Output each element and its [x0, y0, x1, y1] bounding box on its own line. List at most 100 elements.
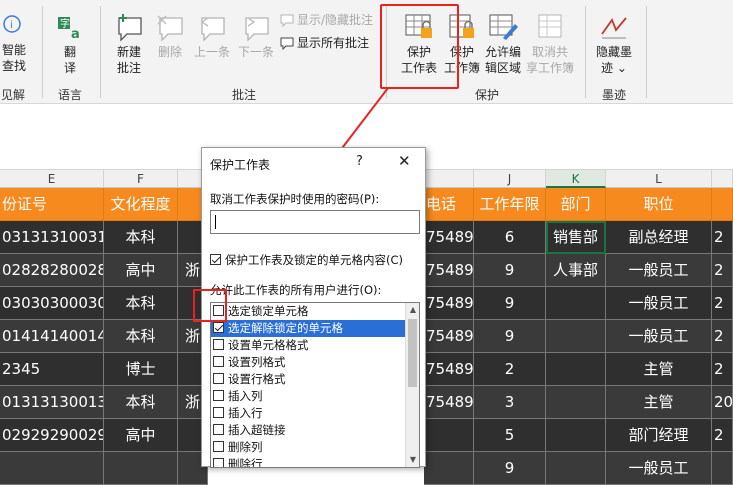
table-cell-f[interactable]: 高中: [104, 254, 178, 287]
table-cell-e[interactable]: 01414140014: [0, 320, 104, 353]
show-hide-comment-button[interactable]: 显示/隐藏批注: [280, 11, 373, 29]
table-cell-m[interactable]: 2: [712, 254, 733, 287]
checkbox-unchecked[interactable]: [213, 441, 224, 452]
new-comment-button[interactable]: 新建 批注: [110, 12, 148, 76]
table-cell-m[interactable]: 20: [712, 386, 733, 419]
header-cell-education[interactable]: 文化程度: [104, 188, 178, 221]
list-scrollbar[interactable]: ▲ ▼: [405, 303, 419, 467]
table-cell-m[interactable]: 2: [712, 320, 733, 353]
unshare-workbook-button[interactable]: 取消共 享工作簿: [524, 12, 576, 76]
table-cell-f[interactable]: 本科: [104, 221, 178, 254]
smart-lookup-button[interactable]: i 智能 查找: [0, 14, 28, 74]
permissions-list[interactable]: 选定锁定单元格 选定解除锁定的单元格 设置单元格格式 设置列格式 设置行格式 插入列 插入行…: [210, 302, 420, 468]
help-icon[interactable]: ?: [356, 154, 363, 169]
table-cell-f[interactable]: 本科: [104, 386, 178, 419]
permission-option[interactable]: 删除列: [211, 439, 419, 456]
table-cell-k[interactable]: 人事部: [546, 254, 606, 287]
checkbox-unchecked[interactable]: [213, 356, 224, 367]
table-cell-f[interactable]: 博士: [104, 353, 178, 386]
password-input[interactable]: [210, 210, 420, 234]
table-cell-f[interactable]: 本科: [104, 320, 178, 353]
checkbox-unchecked[interactable]: [213, 390, 224, 401]
table-cell-j[interactable]: 6: [474, 221, 546, 254]
table-cell-phone[interactable]: [424, 419, 474, 452]
header-cell-id[interactable]: 份证号: [0, 188, 104, 221]
table-cell-e[interactable]: 2345: [0, 353, 104, 386]
table-cell-m[interactable]: 2: [712, 353, 733, 386]
table-cell-j[interactable]: 9: [474, 452, 546, 485]
table-cell-k[interactable]: 销售部: [546, 221, 606, 254]
previous-comment-button[interactable]: 上一条: [192, 12, 232, 60]
table-cell-phone[interactable]: 75489: [424, 287, 474, 320]
table-cell-m[interactable]: [712, 452, 733, 485]
table-cell-phone[interactable]: [424, 452, 474, 485]
table-cell-l[interactable]: 副总经理: [606, 221, 712, 254]
table-cell-phone[interactable]: 75489: [424, 254, 474, 287]
column-header-m[interactable]: [712, 170, 733, 188]
table-cell-j[interactable]: 5: [474, 419, 546, 452]
table-cell-j[interactable]: 9: [474, 320, 546, 353]
table-cell-l[interactable]: 一般员工: [606, 254, 712, 287]
permission-option[interactable]: 插入超链接: [211, 422, 419, 439]
checkbox-unchecked[interactable]: [213, 373, 224, 384]
show-all-comments-button[interactable]: 显示所有批注: [280, 34, 369, 52]
table-cell-e[interactable]: 02929290029: [0, 419, 104, 452]
close-icon[interactable]: ✕: [398, 152, 411, 170]
scroll-up-icon[interactable]: ▲: [406, 303, 419, 317]
checkbox-unchecked[interactable]: [213, 339, 224, 350]
table-cell-k[interactable]: [546, 419, 606, 452]
table-cell-f[interactable]: [104, 452, 178, 485]
table-cell-m[interactable]: 2: [712, 287, 733, 320]
table-cell-e[interactable]: 01313130013: [0, 386, 104, 419]
table-cell-phone[interactable]: 75489: [424, 353, 474, 386]
delete-comment-button[interactable]: 删除: [152, 12, 188, 60]
column-header-l[interactable]: L: [606, 170, 712, 188]
checkbox-unchecked[interactable]: [213, 407, 224, 418]
table-cell-e[interactable]: 03131310031: [0, 221, 104, 254]
table-cell-k[interactable]: [546, 320, 606, 353]
table-cell-j[interactable]: 9: [474, 254, 546, 287]
permission-option[interactable]: 设置列格式: [211, 354, 419, 371]
table-cell-m[interactable]: 2: [712, 221, 733, 254]
permission-option[interactable]: 插入列: [211, 388, 419, 405]
table-cell-k[interactable]: [546, 386, 606, 419]
table-cell-m[interactable]: 2: [712, 419, 733, 452]
table-cell-phone[interactable]: 75489: [424, 386, 474, 419]
table-cell-k[interactable]: [546, 452, 606, 485]
hide-ink-button[interactable]: 隐藏墨 迹 ⌄: [592, 12, 636, 76]
header-cell-department[interactable]: 部门: [546, 188, 606, 221]
column-header-i[interactable]: [424, 170, 474, 188]
table-cell-l[interactable]: 部门经理: [606, 419, 712, 452]
column-header-f[interactable]: F: [104, 170, 178, 188]
checkbox-checked[interactable]: [213, 322, 224, 333]
table-cell-j[interactable]: 9: [474, 287, 546, 320]
column-header-j[interactable]: J: [474, 170, 546, 188]
header-cell-next[interactable]: [712, 188, 733, 221]
table-cell-e[interactable]: 02828280028: [0, 254, 104, 287]
table-cell-l[interactable]: 主管: [606, 386, 712, 419]
column-header-k[interactable]: K: [546, 170, 606, 188]
scroll-thumb[interactable]: [408, 319, 417, 387]
header-cell-phone[interactable]: 电话: [424, 188, 474, 221]
permission-option[interactable]: 设置行格式: [211, 371, 419, 388]
permission-option[interactable]: 选定解除锁定的单元格: [211, 320, 419, 337]
next-comment-button[interactable]: 下一条: [236, 12, 276, 60]
column-header-e[interactable]: E: [0, 170, 104, 188]
permission-option[interactable]: 选定锁定单元格: [211, 303, 419, 320]
checkbox-unchecked[interactable]: [213, 424, 224, 435]
allow-edit-ranges-button[interactable]: 允许编 辑区域: [482, 12, 524, 76]
header-cell-position[interactable]: 职位: [606, 188, 712, 221]
table-cell-l[interactable]: 一般员工: [606, 287, 712, 320]
table-cell-l[interactable]: 主管: [606, 353, 712, 386]
table-cell-k[interactable]: [546, 353, 606, 386]
table-cell-phone[interactable]: 75489: [424, 221, 474, 254]
table-cell-f[interactable]: 高中: [104, 419, 178, 452]
table-cell-e[interactable]: [0, 452, 104, 485]
checkbox-checked[interactable]: [210, 254, 221, 265]
translate-button[interactable]: 字a 翻 译: [52, 14, 88, 76]
permission-option[interactable]: 删除行: [211, 456, 419, 467]
table-cell-k[interactable]: [546, 287, 606, 320]
table-cell-l[interactable]: 一般员工: [606, 320, 712, 353]
table-cell-phone[interactable]: 75489: [424, 320, 474, 353]
permission-option[interactable]: 设置单元格格式: [211, 337, 419, 354]
